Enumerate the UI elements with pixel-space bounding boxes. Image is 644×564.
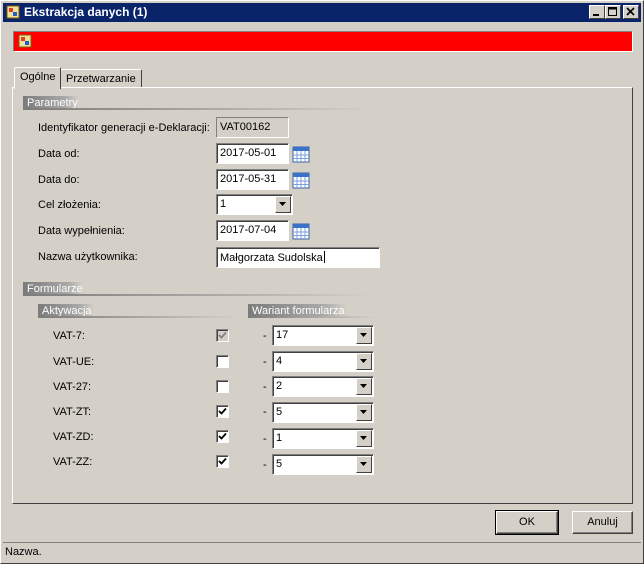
username-label: Nazwa użytkownika: <box>38 251 138 263</box>
cancel-button[interactable]: Anuluj <box>572 511 633 534</box>
window-title: Ekstrakcja danych (1) <box>24 5 148 19</box>
username-value: Małgorzata Sudolska <box>220 252 323 264</box>
dropdown-button[interactable] <box>356 378 372 395</box>
variant-select[interactable]: 5 <box>272 454 374 475</box>
dropdown-button[interactable] <box>356 430 372 447</box>
form-name-label: VAT-ZZ: <box>53 456 93 468</box>
column-divider <box>38 316 238 318</box>
app-icon <box>6 5 20 19</box>
variant-select[interactable]: 1 <box>272 428 374 449</box>
variant-select[interactable]: 4 <box>272 351 374 372</box>
check-icon <box>218 457 227 465</box>
group-divider <box>23 294 373 296</box>
minimize-icon <box>593 14 599 16</box>
dropdown-button[interactable] <box>356 404 372 421</box>
dash-separator: - <box>263 356 267 368</box>
dropdown-button[interactable] <box>356 353 372 370</box>
check-icon <box>218 432 227 440</box>
dropdown-button[interactable] <box>275 196 291 213</box>
close-button[interactable] <box>623 5 639 19</box>
dash-separator: - <box>263 433 267 445</box>
text-caret <box>323 251 325 263</box>
variant-select[interactable]: 2 <box>272 376 374 397</box>
variant-value: 2 <box>276 380 283 392</box>
form-activation-checkbox[interactable] <box>216 380 229 393</box>
dash-separator: - <box>263 330 267 342</box>
variant-value: 4 <box>276 355 283 367</box>
dash-separator: - <box>263 381 267 393</box>
purpose-value: 1 <box>220 198 227 210</box>
variant-value: 5 <box>276 406 283 418</box>
app-icon <box>18 34 32 51</box>
calendar-icon[interactable] <box>292 171 310 189</box>
id-value: VAT00162 <box>216 117 289 138</box>
chevron-down-icon <box>360 333 367 337</box>
check-icon <box>218 331 227 339</box>
variant-select[interactable]: 5 <box>272 402 374 423</box>
date-to-label: Data do: <box>38 174 80 186</box>
status-bar: Nazwa. <box>3 542 641 562</box>
title-bar[interactable]: Ekstrakcja danych (1) <box>3 3 641 22</box>
column-divider <box>248 316 376 318</box>
chevron-down-icon <box>360 436 367 440</box>
purpose-label: Cel złożenia: <box>38 199 101 211</box>
status-text: Nazwa. <box>5 546 42 558</box>
chevron-down-icon <box>360 410 367 414</box>
date-to-field[interactable]: 2017-05-31 <box>216 169 289 190</box>
form-name-label: VAT-ZD: <box>53 431 94 443</box>
chevron-down-icon <box>360 462 367 466</box>
chevron-down-icon <box>360 384 367 388</box>
form-activation-checkbox[interactable] <box>216 455 229 468</box>
variant-value: 17 <box>276 329 289 341</box>
dialog-window: Ekstrakcja danych (1) Ogólne Przetwarzan… <box>0 0 644 564</box>
form-activation-checkbox[interactable] <box>216 355 229 368</box>
purpose-select[interactable]: 1 <box>216 194 293 215</box>
form-name-label: VAT-7: <box>53 330 85 342</box>
fill-date-field[interactable]: 2017-07-04 <box>216 220 289 241</box>
chevron-down-icon <box>279 202 286 206</box>
dash-separator: - <box>263 459 267 471</box>
variant-select[interactable]: 17 <box>272 325 374 346</box>
fill-date-label: Data wypełnienia: <box>38 225 125 237</box>
dash-separator: - <box>263 406 267 418</box>
form-activation-checkbox <box>216 329 229 342</box>
form-activation-checkbox[interactable] <box>216 430 229 443</box>
form-name-label: VAT-UE: <box>53 356 95 368</box>
username-field[interactable]: Małgorzata Sudolska <box>216 247 380 268</box>
group-divider <box>23 108 373 110</box>
status-banner <box>13 31 633 52</box>
maximize-icon <box>608 7 617 16</box>
tab-general[interactable]: Ogólne <box>14 67 62 89</box>
form-activation-checkbox[interactable] <box>216 405 229 418</box>
id-label: Identyfikator generacji e-Deklaracji: <box>38 122 210 134</box>
dropdown-button[interactable] <box>356 456 372 473</box>
date-from-label: Data od: <box>38 148 80 160</box>
maximize-button[interactable] <box>605 5 621 19</box>
check-icon <box>218 407 227 415</box>
ok-button[interactable]: OK <box>495 510 559 535</box>
minimize-button[interactable] <box>589 5 605 19</box>
close-icon <box>626 7 635 16</box>
date-from-field[interactable]: 2017-05-01 <box>216 143 289 164</box>
form-name-label: VAT-ZT: <box>53 406 92 418</box>
form-name-label: VAT-27: <box>53 381 92 393</box>
dropdown-button[interactable] <box>356 327 372 344</box>
calendar-icon[interactable] <box>292 145 310 163</box>
variant-value: 5 <box>276 458 283 470</box>
tab-processing[interactable]: Przetwarzanie <box>60 69 142 88</box>
chevron-down-icon <box>360 359 367 363</box>
variant-value: 1 <box>276 432 283 444</box>
calendar-icon[interactable] <box>292 222 310 240</box>
